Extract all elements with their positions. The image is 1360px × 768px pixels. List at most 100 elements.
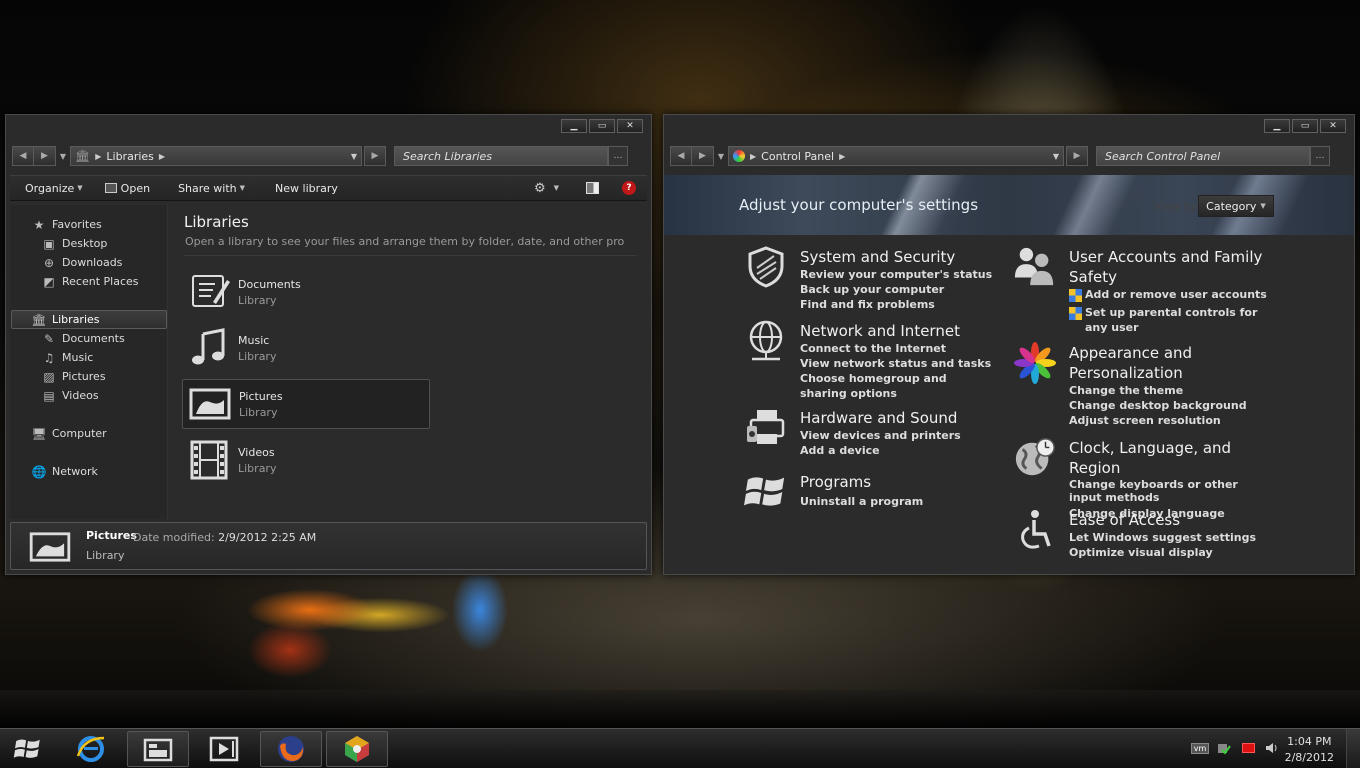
maximize-button[interactable]: ▭ bbox=[1292, 119, 1318, 133]
link-change-keyboards[interactable]: Change keyboards or other input methods bbox=[1069, 478, 1249, 504]
category-title[interactable]: System and Security bbox=[800, 247, 1040, 267]
view-by-dropdown[interactable]: Category ▼ bbox=[1198, 195, 1274, 217]
link-uninstall[interactable]: Uninstall a program bbox=[800, 494, 1040, 509]
internet-explorer-button[interactable] bbox=[60, 731, 122, 767]
link-homegroup[interactable]: Choose homegroup and sharing options bbox=[800, 371, 980, 401]
link-network-status[interactable]: View network status and tasks bbox=[800, 356, 1040, 371]
library-item-pictures[interactable]: Pictures Library bbox=[182, 379, 430, 429]
link-change-theme[interactable]: Change the theme bbox=[1069, 383, 1269, 398]
link-back-up[interactable]: Back up your computer bbox=[800, 282, 1040, 297]
windows-explorer-button[interactable] bbox=[127, 731, 189, 767]
category-title[interactable]: Clock, Language, and Region bbox=[1069, 438, 1284, 478]
notification-red-icon[interactable] bbox=[1240, 741, 1256, 755]
banner-title: Adjust your computer's settings bbox=[739, 196, 979, 214]
close-button[interactable]: ✕ bbox=[1320, 119, 1346, 133]
nav-favorites[interactable]: ★ Favorites bbox=[10, 215, 168, 234]
share-with-button[interactable]: Share with ▼ bbox=[178, 182, 245, 195]
go-button[interactable]: ▶ bbox=[1066, 146, 1088, 166]
address-bar[interactable]: 🏛 ▶ Libraries ▶ ▼ bbox=[70, 146, 362, 166]
open-button[interactable]: Open bbox=[104, 182, 150, 195]
media-player-button[interactable] bbox=[193, 731, 255, 767]
start-button[interactable] bbox=[0, 731, 56, 767]
libraries-icon: 🏛 bbox=[75, 149, 91, 163]
link-screen-resolution[interactable]: Adjust screen resolution bbox=[1069, 413, 1269, 428]
search-icon[interactable]: … bbox=[608, 146, 628, 166]
link-connect-internet[interactable]: Connect to the Internet bbox=[800, 341, 1040, 356]
link-desktop-background[interactable]: Change desktop background bbox=[1069, 398, 1269, 413]
forward-button[interactable]: ▶ bbox=[34, 146, 56, 166]
taskbar-clock[interactable]: 1:04 PM 2/8/2012 bbox=[1285, 734, 1334, 766]
minimize-button[interactable]: ▁ bbox=[1264, 119, 1290, 133]
maximize-button[interactable]: ▭ bbox=[589, 119, 615, 133]
back-button[interactable]: ◀ bbox=[12, 146, 34, 166]
minimize-button[interactable]: ▁ bbox=[561, 119, 587, 133]
pictures-thumbnail-icon bbox=[29, 532, 71, 562]
clock-date: 2/8/2012 bbox=[1284, 751, 1334, 764]
link-add-device[interactable]: Add a device bbox=[800, 443, 1040, 458]
link-find-fix[interactable]: Find and fix problems bbox=[800, 297, 1040, 312]
nav-computer[interactable]: 🖥 Computer bbox=[10, 424, 168, 443]
category-title[interactable]: Ease of Access bbox=[1069, 510, 1269, 530]
address-dropdown-icon[interactable]: ▼ bbox=[351, 152, 357, 161]
library-item-documents[interactable]: Documents Library bbox=[182, 267, 430, 317]
back-button[interactable]: ◀ bbox=[670, 146, 692, 166]
nav-recent-places[interactable]: ◩ Recent Places bbox=[10, 272, 168, 291]
nav-downloads[interactable]: ⊕ Downloads bbox=[10, 253, 168, 272]
details-modified-value: 2/9/2012 2:25 AM bbox=[218, 531, 317, 544]
nav-libraries[interactable]: 🏛 Libraries bbox=[11, 310, 167, 329]
go-button[interactable]: ▶ bbox=[364, 146, 386, 166]
clock-time: 1:04 PM bbox=[1287, 735, 1332, 748]
chevron-down-icon: ▼ bbox=[1260, 202, 1266, 210]
preview-pane-icon bbox=[586, 182, 599, 194]
help-icon: ? bbox=[622, 181, 636, 195]
recent-pages-dropdown[interactable]: ▼ bbox=[714, 152, 728, 161]
forward-button[interactable]: ▶ bbox=[692, 146, 714, 166]
uac-shield-icon bbox=[1069, 289, 1082, 302]
category-clock-language: Clock, Language, and Region Change keybo… bbox=[1015, 438, 1284, 521]
recent-pages-dropdown[interactable]: ▼ bbox=[56, 152, 70, 161]
nav-network[interactable]: 🌐 Network bbox=[10, 462, 168, 481]
nav-desktop[interactable]: ▣ Desktop bbox=[10, 234, 168, 253]
link-add-remove-users[interactable]: Add or remove user accounts bbox=[1069, 287, 1269, 302]
network-icon: 🌐 bbox=[31, 464, 47, 479]
library-item-music[interactable]: Music Library bbox=[182, 323, 430, 373]
organize-button[interactable]: Organize ▼ bbox=[25, 182, 83, 195]
media-player-icon bbox=[209, 736, 239, 762]
category-title[interactable]: Network and Internet bbox=[800, 321, 1040, 341]
vmware-tray-icon[interactable]: vm bbox=[1190, 741, 1210, 755]
category-title[interactable]: Hardware and Sound bbox=[800, 408, 1040, 428]
category-title[interactable]: Programs bbox=[800, 472, 1040, 492]
link-suggest-settings[interactable]: Let Windows suggest settings bbox=[1069, 530, 1269, 545]
category-title[interactable]: User Accounts and Family Safety bbox=[1069, 247, 1269, 287]
firefox-button[interactable] bbox=[260, 731, 322, 767]
library-item-videos[interactable]: Videos Library bbox=[182, 435, 430, 485]
address-dropdown-icon[interactable]: ▼ bbox=[1053, 152, 1059, 161]
link-parental-controls[interactable]: Set up parental controls for any user bbox=[1069, 305, 1269, 335]
search-icon[interactable]: … bbox=[1310, 146, 1330, 166]
address-bar[interactable]: ▶ Control Panel ▶ ▼ bbox=[728, 146, 1064, 166]
search-input[interactable]: Search Libraries bbox=[394, 146, 608, 166]
new-library-button[interactable]: New library bbox=[275, 182, 338, 195]
nav-pictures[interactable]: ▨ Pictures bbox=[10, 367, 168, 386]
search-input[interactable]: Search Control Panel bbox=[1096, 146, 1310, 166]
link-optimize-display[interactable]: Optimize visual display bbox=[1069, 545, 1269, 560]
nav-documents[interactable]: ✎ Documents bbox=[10, 329, 168, 348]
star-icon: ★ bbox=[33, 217, 45, 232]
volume-icon[interactable] bbox=[1264, 741, 1280, 755]
nav-videos[interactable]: ▤ Videos bbox=[10, 386, 168, 405]
category-title[interactable]: Appearance and Personalization bbox=[1069, 343, 1269, 383]
close-button[interactable]: ✕ bbox=[617, 119, 643, 133]
link-review-status[interactable]: Review your computer's status bbox=[800, 267, 1040, 282]
show-desktop-button[interactable] bbox=[1346, 729, 1360, 768]
help-button[interactable]: ? bbox=[622, 181, 636, 195]
link-parental-controls-label: Set up parental controls for any user bbox=[1085, 306, 1258, 334]
nav-music[interactable]: ♫ Music bbox=[10, 348, 168, 367]
nav-computer-label: Computer bbox=[52, 427, 107, 440]
app-cube-button[interactable] bbox=[326, 731, 388, 767]
action-center-icon[interactable] bbox=[1216, 741, 1232, 755]
pictures-icon: ▨ bbox=[43, 369, 55, 384]
page-subtitle: Open a library to see your files and arr… bbox=[185, 235, 625, 248]
link-devices-printers[interactable]: View devices and printers bbox=[800, 428, 1040, 443]
preview-pane-button[interactable] bbox=[586, 182, 599, 194]
view-options-button[interactable]: ⚙ ▼ bbox=[534, 181, 559, 196]
